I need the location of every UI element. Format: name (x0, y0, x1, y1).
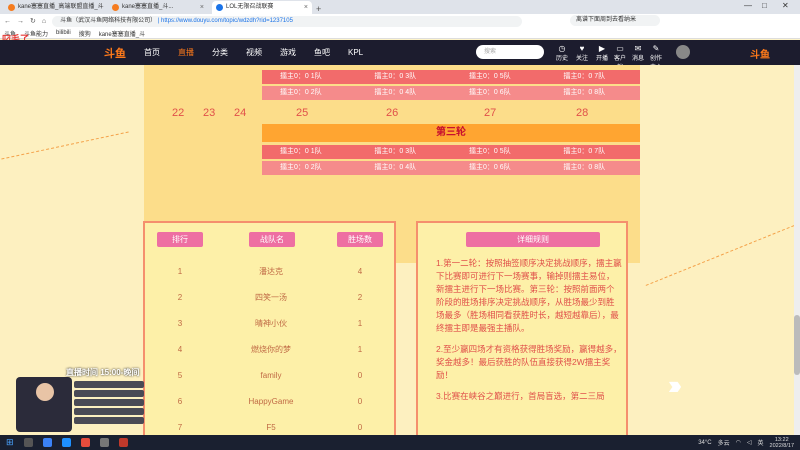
match-row: 擂主0：0 1队 擂主0：0 3队 擂主0：0 5队 擂主0：0 7队 (262, 70, 640, 84)
browser-tab-active[interactable]: LOL无限召战联赛 × (212, 1, 312, 14)
app-icon[interactable] (118, 438, 128, 447)
forward-icon[interactable]: → (17, 18, 24, 25)
nav-home[interactable]: 首页 (144, 47, 160, 58)
decorative-dash-line (645, 225, 795, 286)
message-icon[interactable]: ✉ 消息 (630, 44, 646, 62)
wifi-icon[interactable]: ◠ (736, 439, 741, 446)
table-row: 6 HappyGame 0 (177, 397, 363, 406)
rules-text: 1.第一二轮：按照抽签顺序决定挑战顺序，擂主赢下比赛即可进行下一场赛事，输掉则擂… (436, 257, 622, 411)
minimize-icon[interactable]: — (744, 1, 752, 10)
match-row: 擂主0：0 2队 擂主0：0 4队 擂主0：0 6队 擂主0：0 8队 (262, 161, 640, 175)
site-navbar: 斗鱼 首页 直播 分类 视频 游戏 鱼吧 KPL 搜索 ◷ 历史 ♥ 关注 ▶ 开播 … (0, 40, 800, 71)
start-icon[interactable]: ⊞ (6, 437, 14, 448)
nav-video[interactable]: 视频 (246, 47, 262, 58)
table-row: 1 潘达克 4 (177, 267, 363, 276)
table-row: 3 晴神小伙 1 (177, 319, 363, 328)
follow-icon[interactable]: ♥ 关注 (574, 44, 590, 62)
column-header-team: 战队名 (249, 232, 295, 247)
app-icon[interactable] (99, 438, 109, 447)
overlay-info-lines (74, 381, 144, 426)
app-icon[interactable] (80, 438, 90, 447)
browser-icon[interactable] (61, 438, 71, 447)
bookmark-item[interactable]: kane塞塞直播_斗 (99, 29, 145, 38)
os-taskbar: ⊞ 34°C 多云 ◠ ◁ 英 13:22 2022/8/17 (0, 435, 800, 450)
page-favicon-icon (216, 4, 223, 11)
table-row: 2 四笑一汤 2 (177, 293, 363, 302)
stream-schedule: 直播时间 15:00-晚间 (66, 368, 140, 377)
new-tab-icon[interactable]: + (316, 4, 321, 14)
table-row: 5 family 0 (177, 371, 363, 380)
day-number: 22 (172, 107, 185, 119)
rules-paragraph: 2.至少赢四场才有资格获得胜场奖励，赢得越多，奖金越多！最后获胜的队伍直接获得2… (436, 344, 622, 380)
broadcast-icon[interactable]: ▶ 开播 (594, 44, 610, 62)
address-bar-row: ← → ↻ ⌂ 斗鱼（武汉斗鱼网络科技有限公司） | https://www.d… (0, 14, 800, 28)
ranking-table: 排行 战队名 胜场数 1 潘达克 4 2 四笑一汤 2 3 晴神小伙 1 4 燃烧你的梦 1 5… (143, 221, 396, 435)
page-scrollbar[interactable] (794, 65, 800, 435)
temperature: 34°C (698, 439, 712, 446)
table-row: 4 燃烧你的梦 1 (177, 345, 363, 354)
rules-paragraph: 1.第一二轮：按照抽签顺序决定挑战顺序，擂主赢下比赛即可进行下一场赛事，输掉则擂… (436, 258, 622, 333)
day-number: 26 (386, 107, 399, 119)
decorative-dash-line (1, 131, 129, 160)
rules-title: 详细规则 (466, 232, 600, 247)
douyu-favicon-icon (112, 4, 119, 11)
bookmark-item[interactable]: 搜狗 (79, 29, 91, 38)
streamer-camera (16, 377, 72, 432)
steam-icon[interactable] (42, 438, 52, 447)
nav-fishbar[interactable]: 鱼吧 (314, 47, 330, 58)
scrollbar-thumb[interactable] (794, 315, 800, 375)
streamer-overlay: 直播时间 15:00-晚间 (8, 367, 148, 432)
browser-tab[interactable]: kane塞塞直播_斗... × (108, 1, 208, 14)
history-icon[interactable]: ◷ 历史 (554, 44, 570, 62)
browser-tab[interactable]: kane塞塞直播_高端联盟直播_斗鱼直...× (4, 1, 104, 14)
nav-kpl[interactable]: KPL (348, 48, 363, 57)
volume-icon[interactable]: ◁ (747, 439, 752, 446)
match-row: 擂主0：0 2队 擂主0：0 4队 擂主0：0 6队 擂主0：0 8队 (262, 86, 640, 100)
nav-live[interactable]: 直播 (178, 47, 194, 58)
nav-game[interactable]: 游戏 (280, 47, 296, 58)
day-number: 23 (203, 107, 216, 119)
bookmarks-bar: 斗鱼 斗鱼能力 bilibili 搜狗 kane塞塞直播_斗 (0, 28, 800, 39)
day-number: 25 (296, 107, 309, 119)
maximize-icon[interactable]: □ (762, 1, 767, 10)
weather: 多云 (717, 441, 730, 447)
back-icon[interactable]: ← (4, 18, 11, 25)
rules-panel: 详细规则 1.第一二轮：按照抽签顺序决定挑战顺序，擂主赢下比赛即可进行下一场赛事… (416, 221, 628, 435)
reload-icon[interactable]: ↻ (30, 17, 36, 25)
day-number: 24 (234, 107, 247, 119)
bookmark-item[interactable]: bilibili (56, 30, 71, 36)
douyu-favicon-icon (8, 4, 15, 11)
close-icon[interactable]: × (200, 1, 204, 14)
site-logo[interactable]: 斗鱼 (104, 45, 144, 61)
douyu-brand-logo: 斗鱼 (750, 50, 770, 61)
browser-search-input[interactable]: 离谱下面周到去看纳米 (570, 15, 660, 26)
system-tray: 34°C 多云 ◠ ◁ 英 13:22 2022/8/17 (698, 435, 794, 450)
home-icon[interactable]: ⌂ (42, 18, 46, 25)
table-row: 7 F5 0 (177, 423, 363, 432)
match-row: 擂主0：0 1队 擂主0：0 3队 擂主0：0 5队 擂主0：0 7队 (262, 145, 640, 159)
column-header-wins: 胜场数 (337, 232, 383, 247)
next-arrows-icon[interactable]: ››› (668, 370, 682, 401)
window-close-icon[interactable]: ✕ (782, 1, 789, 10)
column-header-rank: 排行 (157, 232, 203, 247)
site-search-input[interactable]: 搜索 (476, 45, 544, 59)
browser-tab-bar: kane塞塞直播_高端联盟直播_斗鱼直...× kane塞塞直播_斗...× L… (0, 0, 800, 14)
clock[interactable]: 13:22 2022/8/17 (770, 437, 794, 449)
day-number: 27 (484, 107, 497, 119)
input-language[interactable]: 英 (758, 438, 764, 447)
streamer-face (36, 383, 54, 401)
day-number: 28 (576, 107, 589, 119)
close-icon[interactable]: × (304, 1, 308, 14)
search-icon[interactable] (23, 438, 33, 447)
nav-category[interactable]: 分类 (212, 47, 228, 58)
round-3-title: 第三轮 (262, 124, 640, 142)
user-avatar[interactable] (676, 45, 690, 59)
rules-paragraph: 3.比赛在峡谷之巅进行，首局盲选，第二三局 (436, 391, 605, 401)
url-input[interactable]: 斗鱼（武汉斗鱼网络科技有限公司） | https://www.douyu.com… (52, 15, 523, 27)
